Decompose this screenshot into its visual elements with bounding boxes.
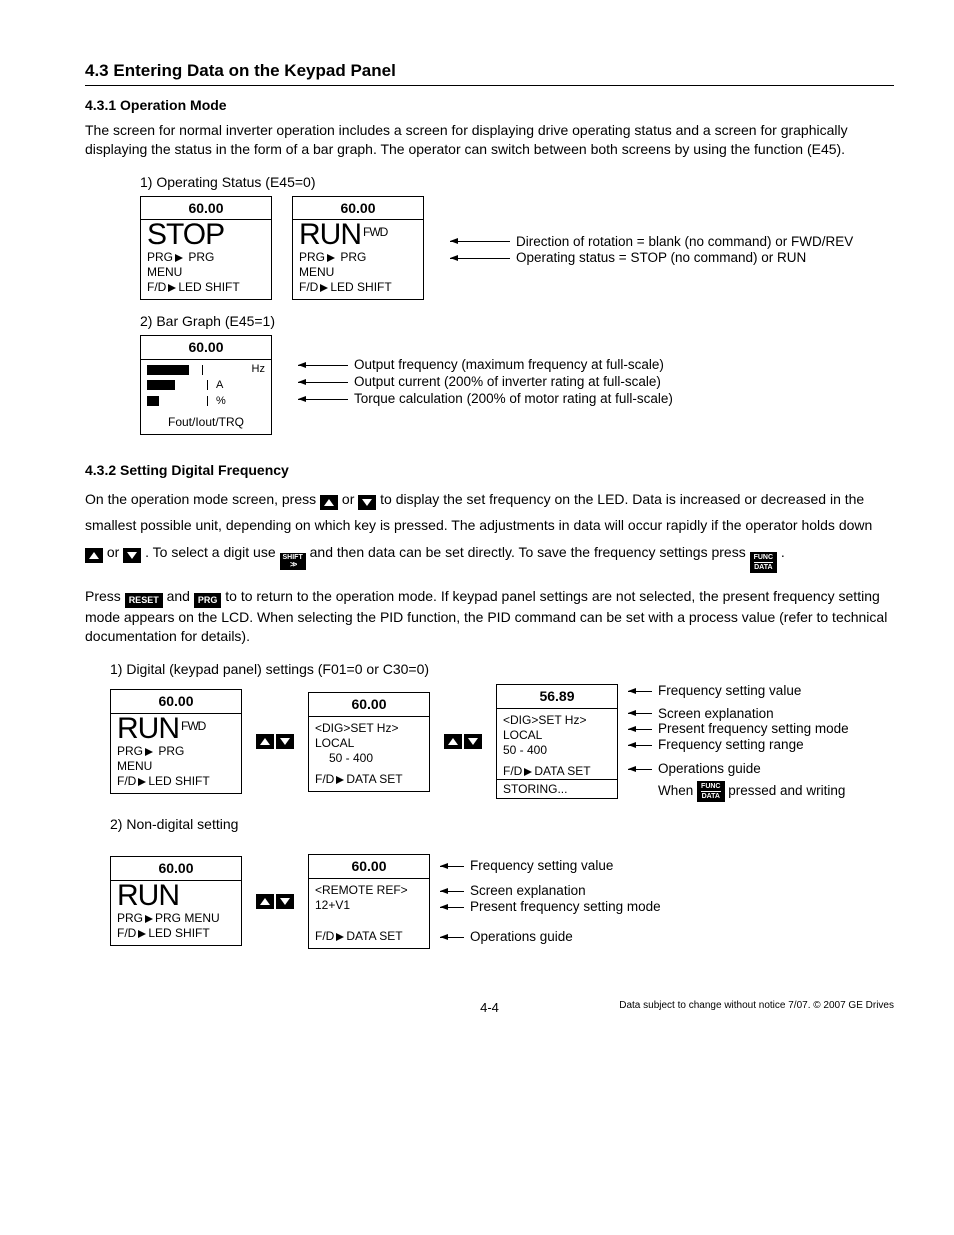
arrow-up-icon: [85, 548, 103, 563]
paragraph-432-2: Press RESET and PRG to to return to the …: [85, 587, 894, 646]
bar-graph-row: 60.00 Hz A % Fout/Iout/TRQ Output freque…: [140, 335, 894, 435]
annotation: Output current (200% of inverter rating …: [354, 374, 661, 391]
storing-label: STORING...: [497, 779, 617, 798]
annotation: Screen explanation: [470, 883, 586, 900]
arrow-icon: [173, 250, 185, 264]
text: PRG: [299, 250, 325, 264]
digital-settings-row: 60.00 RUNFWD PRG PRG MENU F/DLED SHIFT 6…: [110, 683, 894, 801]
arrow-up-icon: [256, 894, 274, 909]
panel-status: RUNFWD: [111, 714, 241, 744]
panel-digital-1: 60.00 RUNFWD PRG PRG MENU F/DLED SHIFT: [110, 689, 242, 794]
copyright-notice: Data subject to change without notice 7/…: [619, 1000, 894, 1011]
caption-op-status: 1) Operating Status (E45=0): [140, 173, 894, 192]
unit-pct: %: [216, 394, 226, 409]
subsection-title-431: 4.3.1 Operation Mode: [85, 96, 894, 115]
annotation: Operations guide: [658, 761, 761, 778]
up-down-keys: [256, 734, 294, 749]
panel-top: 56.89: [497, 685, 617, 709]
arrow-down-icon: [123, 548, 141, 563]
arrow-down-icon: [358, 495, 376, 510]
panel-bar-graph: 60.00 Hz A % Fout/Iout/TRQ: [140, 335, 272, 435]
panel-run-status: RUNFWD: [293, 220, 423, 250]
text: F/D: [147, 280, 166, 294]
func-data-key-icon: FUNCDATA: [750, 552, 777, 573]
arrow-down-icon: [276, 734, 294, 749]
panel-run-value: 60.00: [293, 197, 423, 221]
text: MENU: [299, 265, 417, 280]
caption-bar-graph: 2) Bar Graph (E45=1): [140, 312, 894, 331]
arrow-icon: [166, 280, 178, 294]
panel-top: 60.00: [111, 690, 241, 714]
page-number: 4-4: [480, 999, 499, 1017]
arrow-icon: [325, 250, 337, 264]
text: PRG: [340, 250, 366, 264]
arrow-up-icon: [320, 495, 338, 510]
text: LED SHIFT: [178, 280, 239, 294]
text: F/D: [299, 280, 318, 294]
annotation: Frequency setting value: [658, 683, 801, 700]
op-status-row: 60.00 STOP PRG PRG MENU F/D LED SHIFT 60.…: [140, 196, 894, 301]
arrow-icon: [318, 280, 330, 294]
panel-stop-status: STOP: [141, 220, 271, 250]
nondigital-row: 60.00 RUN PRGPRG MENU F/DLED SHIFT 60.00…: [110, 854, 894, 949]
section-title: 4.3 Entering Data on the Keypad Panel: [85, 60, 894, 86]
up-down-keys: [444, 734, 482, 749]
text: MENU: [147, 265, 265, 280]
text: PRG: [147, 250, 173, 264]
prg-key-icon: PRG: [194, 593, 222, 608]
panel-status: RUN: [111, 881, 241, 911]
annotation: Operating status = STOP (no command) or …: [516, 250, 806, 267]
op-status-annotations: Direction of rotation = blank (no comman…: [450, 234, 853, 268]
unit-hz: Hz: [252, 362, 265, 377]
paragraph-431: The screen for normal inverter operation…: [85, 121, 894, 159]
panel-run: 60.00 RUNFWD PRG PRG MENU F/D LED SHIFT: [292, 196, 424, 301]
annotation: Frequency setting value: [470, 858, 613, 875]
unit-a: A: [216, 378, 223, 393]
panel-digital-3: 56.89 <DIG>SET Hz> LOCAL 50 - 400 F/DDAT…: [496, 684, 618, 799]
arrow-up-icon: [256, 734, 274, 749]
caption-nondigital: 2) Non-digital setting: [110, 815, 894, 834]
nondigital-annotations: Frequency setting value Screen explanati…: [440, 858, 661, 945]
annotation: Operations guide: [470, 929, 573, 946]
annotation: Direction of rotation = blank (no comman…: [516, 234, 853, 251]
paragraph-432-1: On the operation mode screen, press or t…: [85, 486, 894, 573]
panel-stop-value: 60.00: [141, 197, 271, 221]
reset-key-icon: RESET: [125, 593, 163, 608]
panel-top: 60.00: [309, 693, 429, 717]
annotation: pressed and writing: [728, 783, 845, 800]
arrow-up-icon: [444, 734, 462, 749]
annotation: Torque calculation (200% of motor rating…: [354, 391, 673, 408]
panel-nondigital-2: 60.00 <REMOTE REF> 12+V1 F/DDATA SET: [308, 854, 430, 949]
digital-annotations: Frequency setting value Screen explanati…: [628, 683, 849, 801]
annotation: Screen explanation: [658, 706, 774, 723]
func-data-key-icon: FUNCDATA: [697, 781, 724, 802]
arrow-down-icon: [464, 734, 482, 749]
panel-digital-2: 60.00 <DIG>SET Hz> LOCAL 50 - 400 F/DDAT…: [308, 692, 430, 792]
annotation: Frequency setting range: [658, 737, 804, 754]
text: LED SHIFT: [330, 280, 391, 294]
panel-nondigital-1: 60.00 RUN PRGPRG MENU F/DLED SHIFT: [110, 856, 242, 946]
annotation: Present frequency setting mode: [658, 721, 849, 738]
annotation: Present frequency setting mode: [470, 899, 661, 916]
text: PRG: [188, 250, 214, 264]
shift-key-icon: SHIFT>>: [280, 553, 306, 570]
panel-top: 60.00: [111, 857, 241, 881]
footer: 4-4 Data subject to change without notic…: [85, 999, 894, 1013]
panel-stop: 60.00 STOP PRG PRG MENU F/D LED SHIFT: [140, 196, 272, 301]
annotation: Output frequency (maximum frequency at f…: [354, 357, 664, 374]
caption-digital-settings: 1) Digital (keypad panel) settings (F01=…: [110, 660, 894, 679]
bar-graph-annotations: Output frequency (maximum frequency at f…: [298, 357, 673, 408]
annotation: When: [658, 783, 693, 800]
arrow-down-icon: [276, 894, 294, 909]
bar-graph-top: 60.00: [141, 336, 271, 360]
panel-top: 60.00: [309, 855, 429, 879]
up-down-keys: [256, 894, 294, 909]
subsection-title-432: 4.3.2 Setting Digital Frequency: [85, 461, 894, 480]
bar-graph-bottom: Fout/Iout/TRQ: [141, 412, 271, 434]
